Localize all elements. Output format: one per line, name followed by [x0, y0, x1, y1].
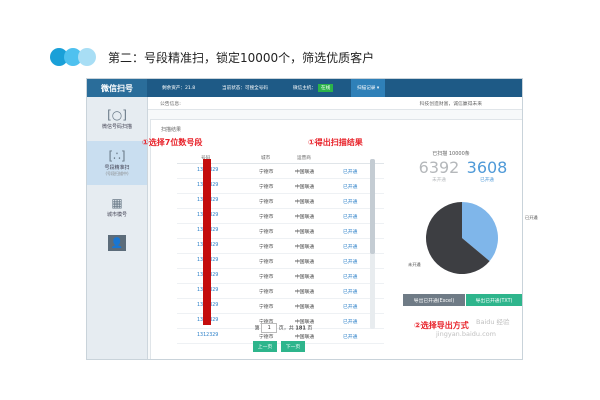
status-label: 当前状态：可搜全号码 — [222, 86, 268, 91]
pager-prefix: 第 — [254, 325, 260, 332]
panel-title: 扫描结果 — [161, 127, 182, 133]
top-bar: 微信扫号 剩余资产：21.8 当前状态：可搜全号码 微信主机： 在线 扫描记录 … — [87, 79, 522, 97]
annotation-scan-result: ①得出扫描结果 — [308, 138, 363, 147]
notice-text: 科技创造财富，诚信赢得未来 — [419, 102, 482, 107]
online-badge: 在线 — [317, 84, 334, 92]
sidebar: [○] 微信号码扫描 [∴] 号段精准扫 (号段扫描中) ▦ 城市模号 👤 — [87, 97, 148, 359]
city-cell: 宁德市 — [259, 200, 274, 205]
decorative-dots — [50, 48, 98, 66]
sidebar-item-number-scan[interactable]: [○] 微信号码扫描 — [87, 97, 147, 141]
redacted-phone-digits — [203, 159, 211, 325]
city-cell: 宁德市 — [259, 305, 274, 310]
table-scrollbar[interactable] — [370, 159, 375, 329]
stat-not-activated-number: 6392 — [418, 158, 460, 177]
operator-cell: 中国联通 — [295, 230, 315, 235]
sidebar-item-label: 微信号码扫描 — [101, 123, 132, 130]
stat-not-activated: 6392 未开通 — [418, 158, 460, 183]
status-link[interactable]: 已开通 — [343, 273, 357, 280]
pager-suffix: 页 — [307, 325, 313, 332]
pager: 第 1 页，共 181 页 — [151, 323, 416, 333]
headline-text: 第二：号段精准扫，锁定10000个，筛选优质客户 — [108, 50, 375, 65]
user-icon: 👤 — [110, 237, 124, 249]
status-link[interactable]: 已开通 — [343, 168, 357, 175]
city-cell: 宁德市 — [259, 260, 274, 265]
host-label: 微信主机： — [293, 86, 316, 91]
watermark-logo: Baidu 经验 — [476, 318, 510, 326]
sidebar-item-label: 城市模号 — [106, 211, 127, 218]
operator-cell: 中国联通 — [295, 260, 315, 265]
stat-activated-number: 3608 — [466, 158, 508, 177]
notice-bar: 公告信息: 科技创造财富，诚信赢得未来 — [148, 97, 522, 110]
operator-cell: 中国联通 — [295, 215, 315, 220]
pie-label-not-activated: 未开通 — [408, 262, 421, 267]
watermark-url: jingyan.baidu.com — [436, 330, 496, 338]
scrollbar-thumb[interactable] — [370, 159, 375, 254]
status-link[interactable]: 已开通 — [343, 228, 357, 235]
records-menu[interactable]: 扫描记录 ▾ — [351, 79, 386, 97]
export-txt-button[interactable]: 导出已开通(TXT) — [466, 294, 522, 306]
stat-activated-label: 已开通 — [480, 178, 494, 183]
avatar[interactable]: 👤 — [108, 235, 126, 251]
pie-label-activated: 已开通 — [525, 215, 538, 220]
city-cell: 宁德市 — [259, 275, 274, 280]
city-cell: 宁德市 — [259, 215, 274, 220]
status-link[interactable]: 已开通 — [343, 303, 357, 310]
status-link[interactable]: 已开通 — [343, 333, 357, 340]
app-brand: 微信扫号 — [87, 79, 147, 97]
scan-icon: [○] — [107, 107, 127, 122]
city-cell: 宁德市 — [259, 290, 274, 295]
notice-label: 公告信息: — [160, 102, 181, 107]
balance-label: 剩余资产：21.8 — [162, 86, 196, 91]
city-cell: 宁德市 — [259, 170, 274, 175]
operator-cell: 中国联通 — [295, 170, 315, 175]
stat-activated: 3608 已开通 — [466, 158, 508, 183]
operator-cell: 中国联通 — [295, 200, 315, 205]
city-cell: 宁德市 — [259, 230, 274, 235]
annotation-select-segment: ①选择7位数号段 — [142, 138, 203, 147]
operator-cell: 中国联通 — [295, 290, 315, 295]
building-icon: ▦ — [111, 195, 123, 210]
export-excel-button[interactable]: 导出已开通(Excel) — [403, 294, 465, 306]
sidebar-item-label: 号段精准扫 — [104, 164, 130, 171]
activation-pie-chart — [426, 202, 498, 274]
city-cell: 宁德市 — [259, 245, 274, 250]
city-cell: 宁德市 — [259, 185, 274, 190]
status-link[interactable]: 已开通 — [343, 198, 357, 205]
stats-title: 已扫描 10000条 — [432, 151, 470, 157]
segment-icon: [∴] — [108, 148, 126, 163]
next-page-button[interactable]: 下一页 — [281, 341, 305, 352]
operator-cell: 中国联通 — [295, 305, 315, 310]
sidebar-item-segment-scan[interactable]: [∴] 号段精准扫 (号段扫描中) — [87, 141, 147, 185]
stat-not-activated-label: 未开通 — [432, 178, 446, 183]
status-link[interactable]: 已开通 — [343, 213, 357, 220]
pager-middle: 页，共 — [278, 325, 294, 332]
status-link[interactable]: 已开通 — [343, 288, 357, 295]
status-link[interactable]: 已开通 — [343, 183, 357, 190]
prev-page-button[interactable]: 上一页 — [253, 341, 277, 352]
operator-cell: 中国联通 — [295, 185, 315, 190]
pager-total: 181 — [295, 325, 306, 332]
status-link[interactable]: 已开通 — [343, 243, 357, 250]
operator-cell: 中国联通 — [295, 245, 315, 250]
city-cell: 宁德市 — [259, 335, 274, 340]
phone-link[interactable]: 1312329 — [197, 333, 218, 338]
sidebar-item-sub: (号段扫描中) — [105, 170, 129, 176]
col-operator: 运营商 — [297, 156, 311, 161]
headline: 第二：号段精准扫，锁定10000个，筛选优质客户 — [50, 46, 374, 68]
page-input[interactable]: 1 — [261, 323, 278, 333]
host-status: 微信主机： 在线 — [293, 79, 334, 97]
col-city: 城市 — [261, 156, 271, 161]
operator-cell: 中国联通 — [295, 275, 315, 280]
operator-cell: 中国联通 — [295, 335, 315, 340]
sidebar-item-city[interactable]: ▦ 城市模号 — [87, 185, 147, 229]
status-link[interactable]: 已开通 — [343, 258, 357, 265]
